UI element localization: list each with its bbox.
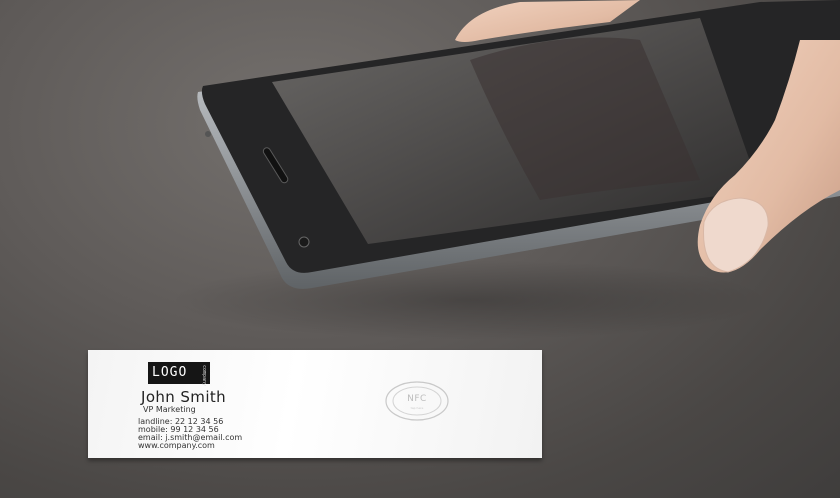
fingernail-icon — [703, 197, 769, 273]
contact-role: VP Marketing — [143, 405, 196, 414]
front-camera — [298, 236, 310, 248]
company-logo: LOGO company — [148, 362, 210, 387]
business-card: LOGO company John Smith VP Marketing lan… — [88, 350, 542, 458]
logo-text: LOGO — [152, 365, 188, 380]
logo-subtext: company — [201, 365, 207, 387]
phone-shadow — [170, 260, 770, 340]
nfc-label: NFC — [407, 394, 427, 404]
website-line: www.company.com — [138, 441, 215, 450]
contact-name: John Smith — [141, 388, 227, 406]
nfc-sub-label: tap here — [410, 406, 424, 410]
sensor-dot — [205, 131, 211, 137]
nfc-icon: NFC tap here — [385, 381, 449, 421]
